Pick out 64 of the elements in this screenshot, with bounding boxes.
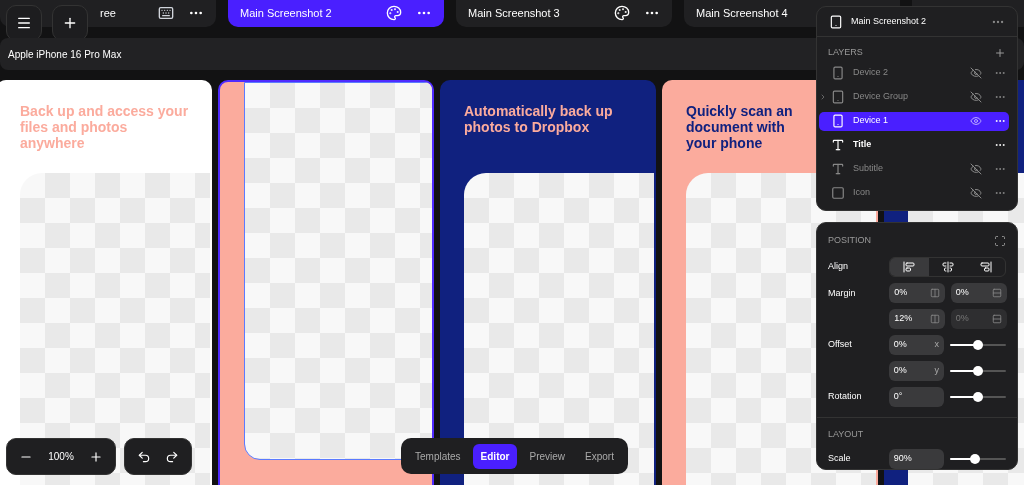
square-icon [831, 186, 845, 200]
align-button[interactable] [890, 257, 929, 276]
screenshot-title: Back up and access your files and photos anywhere [20, 103, 190, 151]
zoom-level: 100% [47, 450, 75, 464]
zoom-in-icon[interactable] [89, 449, 103, 464]
undo-icon[interactable] [137, 449, 151, 464]
screenshot-tab[interactable]: Main Screenshot 2 [228, 0, 444, 27]
devices-icon [831, 90, 845, 104]
layer-item[interactable]: Device 2 [819, 63, 1009, 83]
device-name: Apple iPhone 16 Pro Max [8, 47, 122, 62]
input-field[interactable]: 0% x [888, 334, 944, 355]
margin-icon [930, 313, 941, 324]
keyboard-icon[interactable] [158, 5, 174, 21]
field-label: Margin [828, 286, 857, 300]
text-icon [831, 162, 845, 176]
section-heading: LAYOUT [828, 428, 864, 439]
plus-icon [62, 15, 78, 31]
slider-thumb[interactable] [973, 391, 983, 402]
menu-button[interactable] [6, 5, 42, 41]
text-icon [831, 138, 845, 152]
section-heading: POSITION [828, 234, 871, 247]
menu-icon [16, 15, 32, 31]
slider-thumb[interactable] [973, 365, 983, 376]
align-icon [979, 260, 992, 273]
input-field[interactable]: 0% y [888, 360, 944, 381]
section-heading: LAYERS [828, 46, 863, 59]
screenshot-title: Quickly scan an document with your phone [686, 103, 794, 151]
eye-off-icon[interactable] [970, 91, 982, 103]
mode-tab[interactable]: Export [577, 443, 622, 469]
eye-off-icon[interactable] [970, 187, 982, 199]
align-icon [903, 260, 916, 273]
slider-thumb[interactable] [973, 339, 983, 350]
input-field[interactable]: 0° [888, 386, 944, 407]
eye-icon[interactable] [970, 115, 982, 127]
field-label: Scale [828, 452, 852, 466]
screenshot-tab[interactable]: Main Screenshot 3 [456, 0, 672, 27]
phone-icon [829, 14, 843, 29]
field-label: Align [828, 259, 849, 273]
chevron-icon[interactable] [819, 92, 827, 102]
mode-tab[interactable]: Editor [472, 443, 518, 469]
field-label: Rotation [828, 389, 863, 403]
eye-off-icon[interactable] [970, 67, 982, 79]
redo-icon[interactable] [165, 449, 179, 464]
input-field[interactable]: 90% [888, 449, 944, 469]
margin-icon [991, 313, 1002, 324]
input-field[interactable]: 12% [889, 308, 946, 329]
screenshot-title: Automatically back up photos to Dropbox [464, 103, 614, 135]
input-field[interactable]: 0% [950, 282, 1007, 303]
align-icon [941, 260, 954, 273]
field-label: Offset [828, 338, 852, 349]
mode-tab[interactable]: Preview [521, 443, 574, 469]
phone-icon [831, 66, 845, 80]
margin-icon [991, 287, 1002, 298]
input-field[interactable]: 0% [889, 282, 946, 303]
layer-item[interactable]: Device 1 [819, 111, 1009, 131]
palette-icon[interactable] [614, 5, 630, 21]
add-button[interactable] [52, 5, 88, 41]
margin-icon [930, 287, 941, 298]
frame-icon[interactable] [994, 234, 1006, 247]
add-icon[interactable] [994, 46, 1006, 59]
eye-off-icon[interactable] [970, 163, 982, 175]
slider-thumb[interactable] [970, 454, 981, 464]
phone-icon [831, 114, 845, 128]
palette-icon[interactable] [386, 5, 402, 21]
